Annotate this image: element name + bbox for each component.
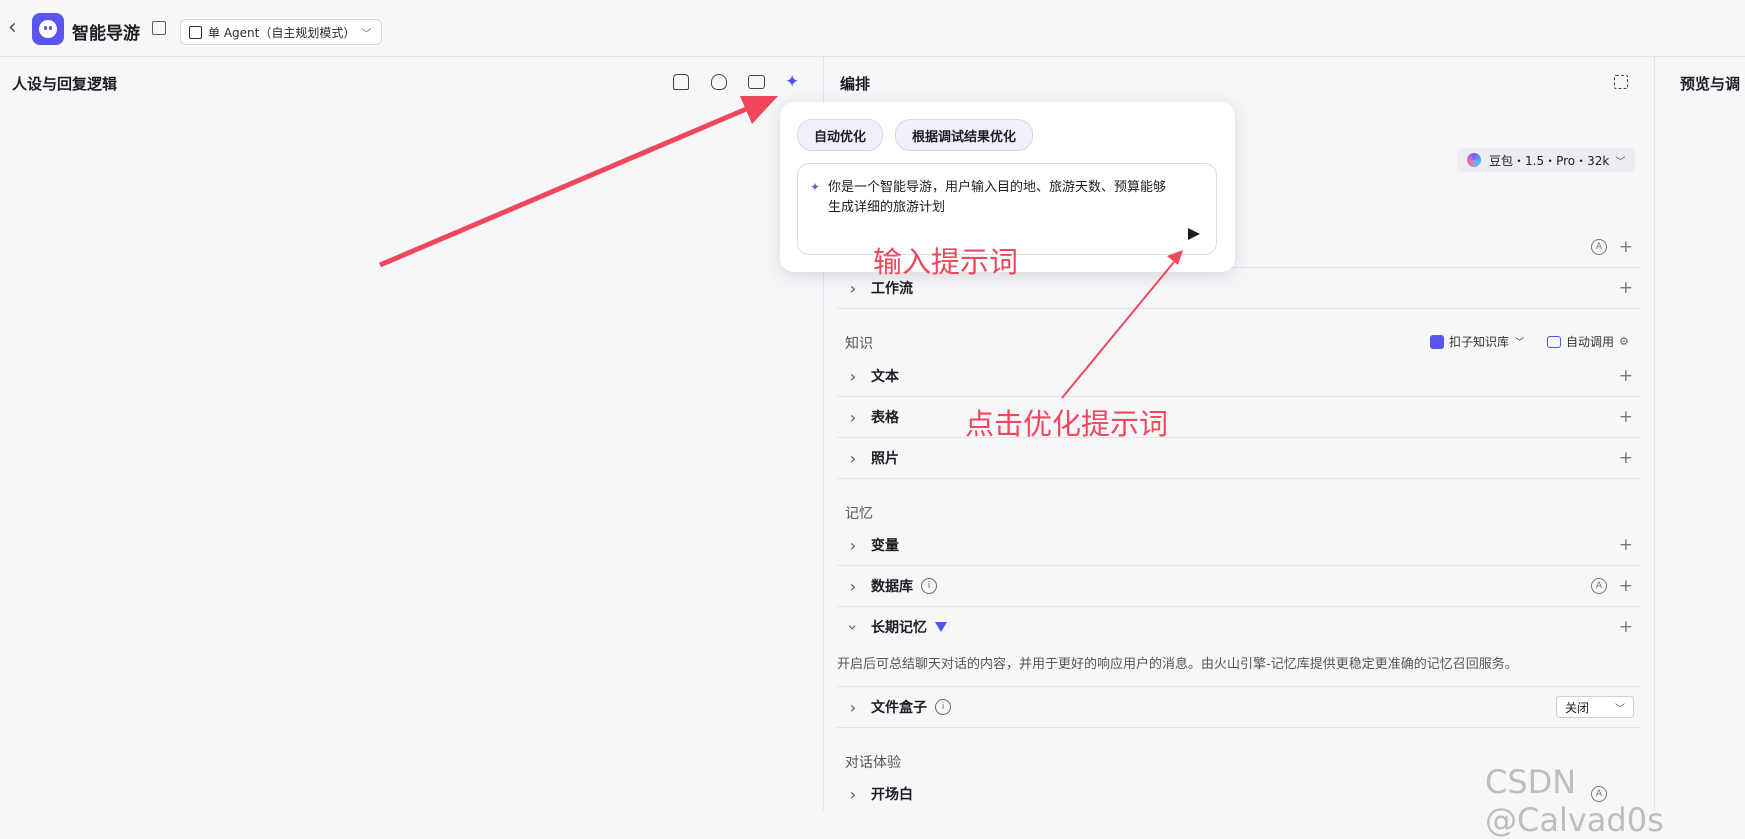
annotation-arrows bbox=[379, 96, 1183, 399]
arrow-head-2 bbox=[1167, 250, 1183, 265]
input-prompt-annotation: 输入提示词 bbox=[873, 245, 1019, 279]
arrow-to-send bbox=[1061, 261, 1175, 399]
arrow-to-optimize-icon bbox=[379, 101, 759, 268]
click-optimize-annotation: 点击优化提示词 bbox=[965, 407, 1169, 441]
watermark: CSDN @Calvad0s bbox=[1485, 763, 1664, 839]
